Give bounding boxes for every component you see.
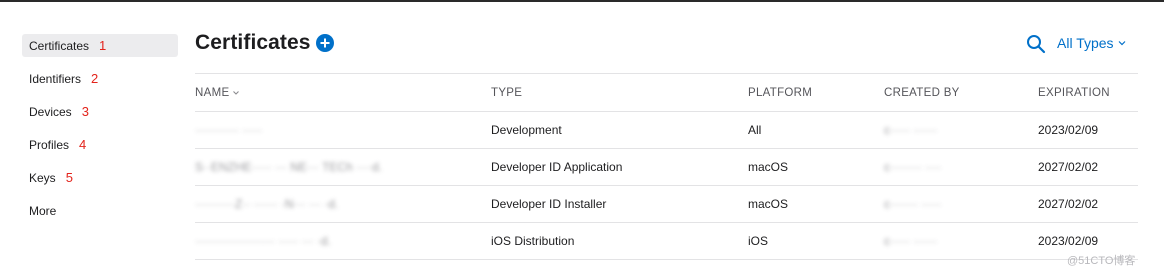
certificate-name: ··········· ····· <box>195 123 263 137</box>
certificate-type: Developer ID Installer <box>491 197 607 211</box>
certificate-platform: macOS <box>748 160 789 174</box>
page-title: Certificates <box>195 31 311 54</box>
certificate-created-by: c····· ······ <box>884 123 938 137</box>
certificate-platform: All <box>748 123 762 137</box>
table-row[interactable]: S··ENZHE····· ··· NE··· TECh ····d. Deve… <box>195 149 1138 186</box>
sidebar-item-label: Certificates <box>29 38 90 53</box>
certificate-expiration: 2027/02/02 <box>1038 160 1099 174</box>
watermark: @51CTO博客 <box>1067 255 1136 267</box>
search-button[interactable] <box>1026 34 1046 54</box>
sidebar-item-identifiers[interactable]: Identifiers 2 <box>22 67 178 90</box>
certificate-type: Developer ID Application <box>491 160 623 174</box>
sidebar-item-label: More <box>29 203 57 218</box>
annotation-number: 3 <box>81 104 89 119</box>
certificate-platform: macOS <box>748 197 789 211</box>
sidebar-item-label: Keys <box>29 170 56 185</box>
certificate-created-by: c········ ···· <box>884 160 942 174</box>
sidebar-item-label: Identifiers <box>29 71 82 86</box>
column-header-created-by[interactable]: CREATED BY <box>884 74 960 111</box>
certificate-platform: iOS <box>748 234 769 248</box>
certificate-created-by: c····· ······ <box>884 234 938 248</box>
column-header-name[interactable]: NAME <box>195 74 240 111</box>
certificate-name: ···················· ····· ··· ·d. <box>195 234 331 248</box>
column-header-label: NAME <box>195 86 230 99</box>
certificate-expiration: 2023/02/09 <box>1038 123 1099 137</box>
sidebar-item-certificates[interactable]: Certificates 1 <box>22 34 178 57</box>
sidebar-item-label: Devices <box>29 104 72 119</box>
sidebar: Certificates 1 Identifiers 2 Devices 3 P… <box>22 34 178 232</box>
page-header: Certificates <box>195 31 334 55</box>
certificate-expiration: 2027/02/02 <box>1038 197 1099 211</box>
column-header-platform[interactable]: PLATFORM <box>748 74 812 111</box>
column-header-expiration[interactable]: EXPIRATION <box>1038 74 1110 111</box>
certificate-name: S··ENZHE····· ··· NE··· TECh ····d. <box>195 160 383 174</box>
sidebar-item-label: Profiles <box>29 137 70 152</box>
certificate-type: iOS Distribution <box>491 234 575 248</box>
annotation-number: 5 <box>65 170 73 185</box>
certificate-type: Development <box>491 123 562 137</box>
annotation-number: 1 <box>99 38 107 53</box>
column-header-type[interactable]: TYPE <box>491 74 522 111</box>
add-certificate-button[interactable] <box>315 34 334 52</box>
sidebar-item-profiles[interactable]: Profiles 4 <box>22 133 178 156</box>
certificate-created-by: c······· ····· <box>884 197 942 211</box>
sort-chevron-icon <box>233 90 240 95</box>
top-border <box>0 0 1164 2</box>
annotation-number: 2 <box>91 71 99 86</box>
plus-icon <box>320 38 330 48</box>
table-row[interactable]: ··········Z·· ······ ·N··· ··· ·d. Devel… <box>195 186 1138 223</box>
type-filter-dropdown[interactable]: All Types <box>1057 35 1126 51</box>
filter-label: All Types <box>1057 35 1114 51</box>
certificates-table: NAME TYPE PLATFORM CREATED BY EXPIRATION… <box>195 73 1138 260</box>
certificate-name: ··········Z·· ······ ·N··· ··· ·d. <box>195 197 339 211</box>
table-row[interactable]: ··········· ····· Development All c·····… <box>195 112 1138 149</box>
search-icon <box>1027 35 1046 54</box>
annotation-number: 4 <box>79 137 87 152</box>
chevron-down-icon <box>1118 41 1125 46</box>
sidebar-item-more[interactable]: More <box>22 199 178 222</box>
table-row[interactable]: ···················· ····· ··· ·d. iOS D… <box>195 223 1138 260</box>
sidebar-item-keys[interactable]: Keys 5 <box>22 166 178 189</box>
sidebar-item-devices[interactable]: Devices 3 <box>22 100 178 123</box>
table-header-row: NAME TYPE PLATFORM CREATED BY EXPIRATION <box>195 74 1138 112</box>
